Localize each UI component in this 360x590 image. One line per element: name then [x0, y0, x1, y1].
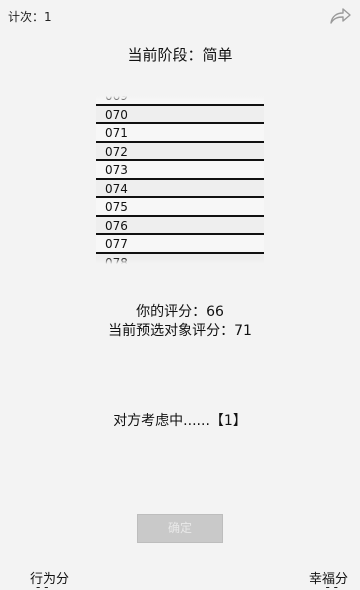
game-screen: 计次：1 当前阶段：简单 069 070 071 072 073 074 075… — [0, 0, 360, 590]
happiness-score-value: - - — [326, 584, 338, 590]
number-list[interactable]: 069 070 071 072 073 074 075 076 077 078 — [96, 96, 264, 264]
list-item[interactable]: 072 — [96, 142, 264, 161]
list-item[interactable]: 075 — [96, 198, 264, 217]
confirm-button[interactable]: 确定 — [137, 514, 223, 543]
attempt-counter: 计次：1 — [8, 10, 52, 24]
share-arrow-icon — [330, 8, 351, 24]
list-item[interactable]: 071 — [96, 124, 264, 143]
your-score: 你的评分：66 — [136, 304, 224, 320]
number-picker[interactable]: 069 070 071 072 073 074 075 076 077 078 — [96, 96, 264, 264]
stage-title: 当前阶段：简单 — [127, 46, 233, 64]
status-message: 对方考虑中......【1】 — [113, 413, 247, 429]
target-score: 当前预选对象评分：71 — [108, 323, 252, 339]
list-item[interactable]: 076 — [96, 216, 264, 235]
list-item[interactable]: 073 — [96, 161, 264, 180]
list-item[interactable]: 070 — [96, 105, 264, 124]
share-button[interactable] — [328, 6, 352, 26]
behavior-score-value: - - — [36, 584, 48, 590]
list-item[interactable]: 078 — [96, 253, 264, 264]
list-item[interactable]: 074 — [96, 179, 264, 198]
list-item[interactable]: 069 — [96, 96, 264, 106]
list-item[interactable]: 077 — [96, 235, 264, 254]
